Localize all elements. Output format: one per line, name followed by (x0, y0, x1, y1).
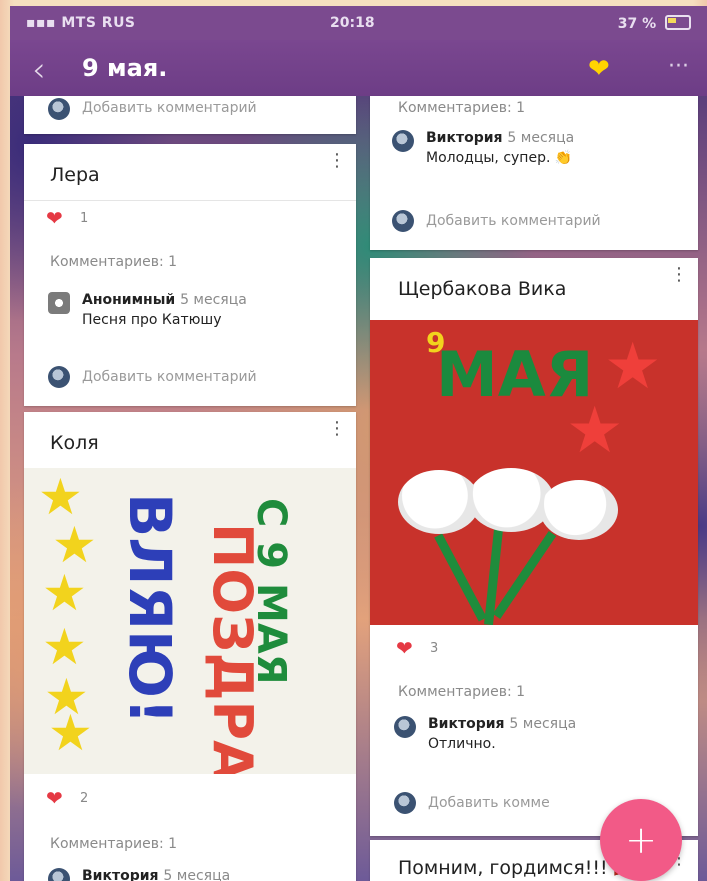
like-count: 3 (430, 641, 439, 656)
avatar (48, 868, 70, 881)
comment-author: Виктория 5 месяца (82, 868, 231, 881)
heart-icon[interactable]: ❤ (396, 636, 413, 660)
more-horizontal-icon[interactable]: ··· (668, 54, 689, 79)
flower-stem (434, 533, 487, 622)
comment-text: Отлично. (428, 736, 496, 752)
status-bar: ▪▪▪ MTS RUS 20:18 37 % (10, 6, 707, 40)
comments-count[interactable]: Комментариев: 1 (50, 836, 177, 852)
avatar (48, 98, 70, 120)
flower-stem (492, 531, 557, 619)
app-bar: ‹ 9 мая. ❤ ··· (10, 40, 707, 96)
avatar (392, 130, 414, 152)
comment-author: Анонимный 5 месяца (82, 292, 247, 308)
avatar (394, 716, 416, 738)
add-comment-link[interactable]: Добавить комментарий (426, 213, 601, 229)
post-card-shcherbakova: Щербакова Вика ⋮ 9 МАЯ ★ ★ ❤ 3 Комментар… (370, 258, 698, 836)
comments-count[interactable]: Комментариев: 1 (50, 254, 177, 270)
like-count: 2 (80, 791, 89, 806)
battery-icon (665, 15, 691, 30)
more-vertical-icon[interactable]: ⋮ (328, 420, 346, 438)
more-vertical-icon[interactable]: ⋮ (328, 152, 346, 170)
heart-icon[interactable]: ❤ (46, 206, 63, 230)
more-vertical-icon[interactable]: ⋮ (670, 266, 688, 284)
avatar (394, 792, 416, 814)
photo-lettering-2: ПОЗДРА (201, 523, 264, 774)
star-shape: ★ (48, 704, 93, 762)
star-shape: ★ (604, 330, 662, 404)
phone-screen: ▪▪▪ MTS RUS 20:18 37 % ‹ 9 мая. ❤ ··· До… (10, 6, 707, 881)
post-card-partial-right: Комментариев: 1 Виктория 5 месяца Молодц… (370, 96, 698, 250)
post-title: Лера (50, 164, 100, 186)
star-shape: ★ (566, 394, 624, 468)
comment-text: Песня про Катюшу (82, 312, 222, 328)
heart-icon[interactable]: ❤ (588, 54, 610, 84)
post-card-partial-left: Добавить комментарий (24, 96, 356, 134)
post-photo[interactable]: 9 МАЯ ★ ★ (370, 320, 698, 625)
heart-icon[interactable]: ❤ (46, 786, 63, 810)
clock: 20:18 (330, 15, 375, 31)
comment-author: Виктория 5 месяца (428, 716, 577, 732)
add-comment-link[interactable]: Добавить комме (428, 795, 550, 811)
add-comment-link[interactable]: Добавить комментарий (82, 369, 257, 385)
star-shape: ★ (42, 564, 87, 622)
post-card-lera: Лера ⋮ ❤ 1 Комментариев: 1 Анонимный 5 м… (24, 144, 356, 406)
signal-icon: ▪▪▪ (26, 15, 56, 31)
comments-count[interactable]: Комментариев: 1 (398, 684, 525, 700)
avatar (48, 366, 70, 388)
comment-text: Молодцы, супер. 👏 (426, 150, 573, 166)
avatar (48, 292, 70, 314)
comments-count[interactable]: Комментариев: 1 (398, 100, 525, 116)
avatar (392, 210, 414, 232)
post-photo[interactable]: ★ ★ ★ ★ ★ ★ С 9 МАЯ ПОЗДРА ВЛЯЮ! (24, 468, 356, 774)
carrier-label: ▪▪▪ MTS RUS (26, 15, 136, 31)
post-title: Щербакова Вика (398, 278, 567, 300)
page-title: 9 мая. (82, 54, 168, 82)
add-comment-link[interactable]: Добавить комментарий (82, 100, 257, 116)
photo-lettering-3: ВЛЯЮ! (116, 493, 184, 725)
add-post-button[interactable]: + (600, 799, 682, 881)
post-title: Помним, гордимся!!! 🇷🇺 (398, 857, 638, 879)
battery-status: 37 % (618, 15, 691, 32)
flower-shape (540, 480, 618, 540)
divider (24, 200, 356, 201)
like-count: 1 (80, 211, 89, 226)
post-title: Коля (50, 432, 99, 454)
back-chevron-icon[interactable]: ‹ (32, 50, 46, 90)
post-card-kolya: Коля ⋮ ★ ★ ★ ★ ★ ★ С 9 МАЯ ПОЗДРА ВЛЯЮ! … (24, 412, 356, 881)
device-frame: ▪▪▪ MTS RUS 20:18 37 % ‹ 9 мая. ❤ ··· До… (0, 0, 707, 881)
comment-author: Виктория 5 месяца (426, 130, 575, 146)
